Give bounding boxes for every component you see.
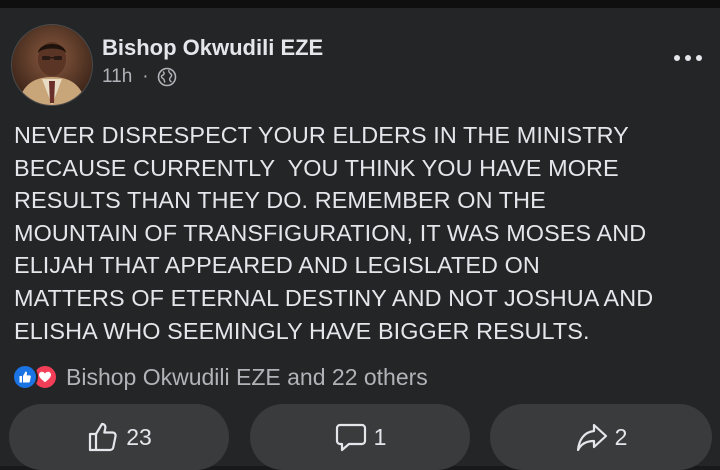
post-text-line: ELIJAH THAT APPEARED AND LEGISLATED ON <box>14 252 540 279</box>
share-icon <box>576 423 607 452</box>
post-text-line: RESULTS THAN THEY DO. REMEMBER ON THE <box>14 187 546 214</box>
thumbs-up-icon <box>89 422 117 452</box>
post-text-line: BECAUSE CURRENTLY YOU THINK YOU HAVE MOR… <box>14 154 619 181</box>
reaction-icons <box>12 364 58 390</box>
comment-count: 1 <box>373 423 387 450</box>
meta-separator: · <box>142 66 149 87</box>
post-text-line: ELISHA WHO SEEMINGLY HAVE BIGGER RESULTS… <box>14 317 590 344</box>
post-author-name[interactable]: Bishop Okwudili EZE <box>102 35 323 61</box>
more-options-dot <box>685 55 691 61</box>
top-divider <box>0 0 720 8</box>
avatar-photo <box>12 25 92 105</box>
more-options-dot <box>674 55 680 61</box>
like-count: 23 <box>126 423 152 450</box>
more-options-button[interactable] <box>668 46 708 70</box>
post-text-line: MOUNTAIN OF TRANSFIGURATION, IT WAS MOSE… <box>14 219 647 246</box>
like-button[interactable]: 23 <box>9 404 229 470</box>
share-button[interactable]: 2 <box>490 404 712 470</box>
reactions-text: Bishop Okwudili EZE and 22 others <box>66 363 428 390</box>
post-timestamp[interactable]: 11h <box>102 66 132 88</box>
like-reaction-icon <box>12 364 38 390</box>
globe-icon <box>157 67 177 87</box>
post-meta: 11h · <box>102 65 177 89</box>
author-avatar[interactable] <box>11 24 93 106</box>
comment-button[interactable]: 1 <box>250 404 470 470</box>
reactions-summary[interactable]: Bishop Okwudili EZE and 22 others <box>12 362 428 392</box>
comment-icon <box>335 423 366 452</box>
share-count: 2 <box>614 423 628 450</box>
post-text-line: NEVER DISRESPECT YOUR ELDERS IN THE MINI… <box>14 122 629 148</box>
more-options-dot <box>696 55 702 61</box>
post-card: Bishop Okwudili EZE 11h · NEVER DISRESPE… <box>0 8 720 470</box>
post-body: NEVER DISRESPECT YOUR ELDERS IN THE MINI… <box>14 119 714 347</box>
post-text-line: MATTERS OF ETERNAL DESTINY AND NOT JOSHU… <box>14 284 654 311</box>
